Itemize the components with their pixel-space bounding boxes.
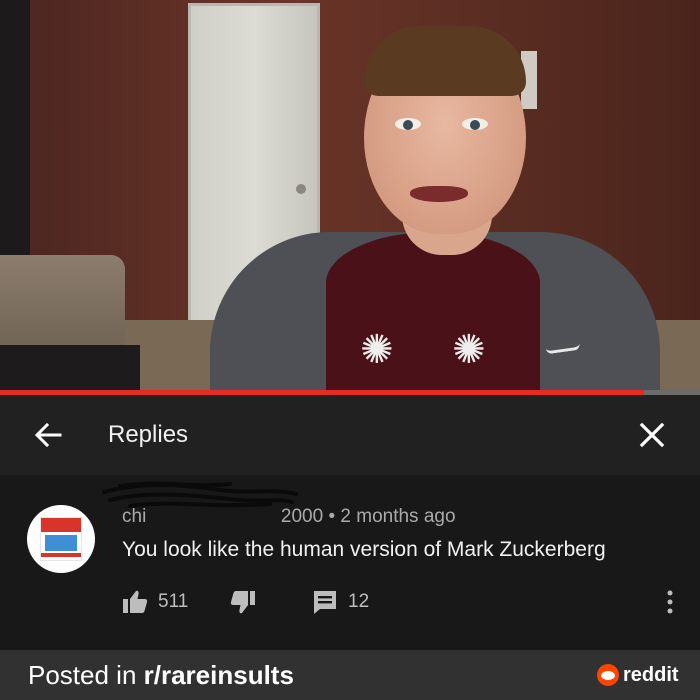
like-button[interactable]: 511 <box>122 587 188 617</box>
comment-actions: 511 12 <box>122 587 682 617</box>
comment: chi 2000 • 2 months ago You look like th… <box>0 475 700 650</box>
more-vertical-icon <box>667 590 673 614</box>
door-knob <box>296 184 306 194</box>
bed-base <box>0 345 140 390</box>
like-count: 511 <box>158 591 189 612</box>
arrow-left-icon <box>34 422 62 448</box>
close-icon <box>639 422 665 448</box>
posted-prefix: Posted in <box>28 660 144 690</box>
more-options-button[interactable] <box>660 587 680 617</box>
reddit-footer: Posted in r/rareinsults reddit <box>0 650 700 700</box>
posted-in-label: Posted in r/rareinsults <box>28 659 294 691</box>
reply-count: 12 <box>348 591 370 612</box>
reddit-logo: reddit <box>597 663 679 687</box>
right-eye <box>462 118 488 130</box>
left-eye <box>395 118 421 130</box>
meta-separator: • <box>328 506 336 527</box>
comment-meta: chi 2000 • 2 months ago <box>122 505 456 529</box>
back-button[interactable] <box>30 417 66 453</box>
header-title: Replies <box>108 421 189 448</box>
thumbs-up-icon <box>123 590 148 613</box>
palm-print: ✺ <box>360 328 394 372</box>
palm-print: ✺ <box>452 328 486 372</box>
comment-time: 2 months ago <box>340 506 456 527</box>
hair <box>364 26 526 96</box>
shirt <box>326 232 540 390</box>
mouth <box>410 186 468 202</box>
reddit-wordmark: reddit <box>623 663 679 686</box>
video-player[interactable]: ✺ ✺ <box>0 0 700 390</box>
replies-header: Replies <box>0 395 700 475</box>
close-button[interactable] <box>634 417 670 453</box>
subreddit-link[interactable]: r/rareinsults <box>144 660 294 690</box>
thumbs-down-icon <box>230 591 255 614</box>
dislike-button[interactable] <box>230 587 256 617</box>
reply-button[interactable]: 12 <box>312 587 369 617</box>
comment-text: You look like the human version of Mark … <box>122 538 606 561</box>
reddit-snoo-icon <box>597 664 619 686</box>
dark-shelf <box>0 0 30 260</box>
reply-comment-icon <box>314 591 336 614</box>
comment-username[interactable]: chi 2000 <box>122 505 323 529</box>
avatar[interactable] <box>27 505 95 573</box>
